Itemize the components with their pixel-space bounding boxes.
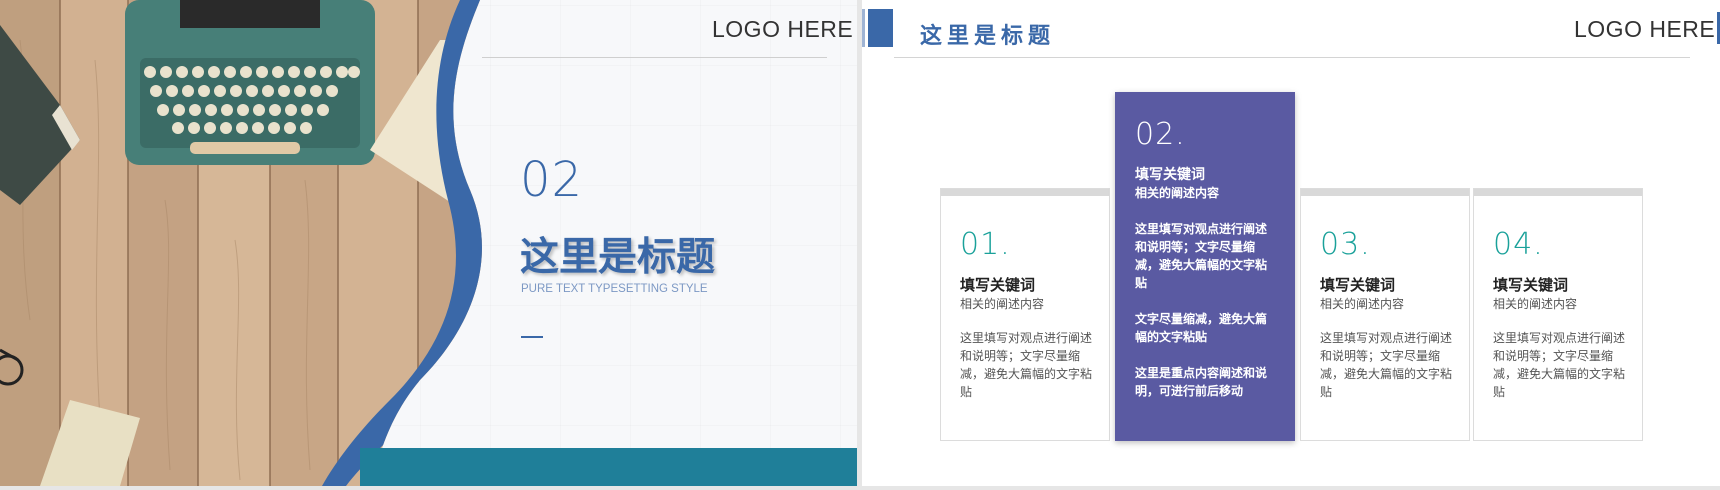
section-title: 这里是标题 <box>520 235 716 280</box>
header-divider <box>894 57 1690 58</box>
card-number: 02. <box>1135 117 1186 152</box>
page-title: 这里是标题 <box>920 24 1056 49</box>
header-divider <box>482 57 827 58</box>
slide-left[interactable]: LOGO HERE 02 这里是标题 PURE TEXT TYPESETTING… <box>0 0 857 486</box>
card-top-band <box>1301 189 1469 196</box>
typewriter-icon <box>125 0 375 165</box>
card-top-band <box>1474 189 1642 196</box>
card-subtitle: 相关的阐述内容 <box>1135 186 1220 200</box>
card-keyword: 填写关键词 <box>1493 276 1569 294</box>
card-number: 01. <box>960 227 1011 262</box>
section-subtitle: PURE TEXT TYPESETTING STYLE <box>521 283 708 295</box>
slide-right[interactable]: 这里是标题 LOGO HERE 01. 填写关键词 相关的阐述内容 这里填写对观… <box>862 0 1720 486</box>
card-keyword: 填写关键词 <box>1320 276 1396 294</box>
card-3[interactable]: 03. 填写关键词 相关的阐述内容 这里填写对观点进行阐述和说明等；文字尽量缩减… <box>1300 188 1470 441</box>
card-keyword: 填写关键词 <box>1135 167 1205 183</box>
card-body: 这里填写对观点进行阐述和说明等；文字尽量缩减，避免大篇幅的文字粘贴 <box>1493 331 1626 399</box>
card-keyword: 填写关键词 <box>960 276 1036 294</box>
card-paragraph: 这里填写对观点进行阐述和说明等；文字尽量缩减，避免大篇幅的文字粘贴 <box>1135 222 1268 290</box>
card-subtitle: 相关的阐述内容 <box>960 297 1045 311</box>
card-subtitle: 相关的阐述内容 <box>1320 297 1405 311</box>
card-paragraph: 这里是重点内容阐述和说明，可进行前后移动 <box>1135 366 1268 398</box>
card-body: 这里填写对观点进行阐述和说明等；文字尽量缩减，避免大篇幅的文字粘贴 <box>960 331 1093 399</box>
logo-text: LOGO HERE <box>712 16 854 42</box>
card-number: 03. <box>1320 227 1371 262</box>
section-number: 02 <box>520 152 584 208</box>
card-top-band <box>941 189 1109 196</box>
card-number: 04. <box>1493 227 1544 262</box>
card-subtitle: 相关的阐述内容 <box>1493 297 1578 311</box>
title-accent-thin <box>862 9 865 47</box>
title-dash <box>521 336 543 338</box>
typewriter-desk-photo <box>0 0 482 486</box>
card-4[interactable]: 04. 填写关键词 相关的阐述内容 这里填写对观点进行阐述和说明等；文字尽量缩减… <box>1473 188 1643 441</box>
bottom-bar <box>360 448 857 486</box>
card-1[interactable]: 01. 填写关键词 相关的阐述内容 这里填写对观点进行阐述和说明等；文字尽量缩减… <box>940 188 1110 441</box>
title-accent-block <box>868 9 893 47</box>
card-body: 这里填写对观点进行阐述和说明等；文字尽量缩减，避免大篇幅的文字粘贴 <box>1320 331 1453 399</box>
logo-text: LOGO HERE <box>1574 16 1716 42</box>
card-paragraph: 文字尽量缩减，避免大篇幅的文字粘贴 <box>1135 312 1268 344</box>
card-2-highlight[interactable]: 02. 填写关键词 相关的阐述内容 这里填写对观点进行阐述和说明等；文字尽量缩减… <box>1115 92 1295 441</box>
